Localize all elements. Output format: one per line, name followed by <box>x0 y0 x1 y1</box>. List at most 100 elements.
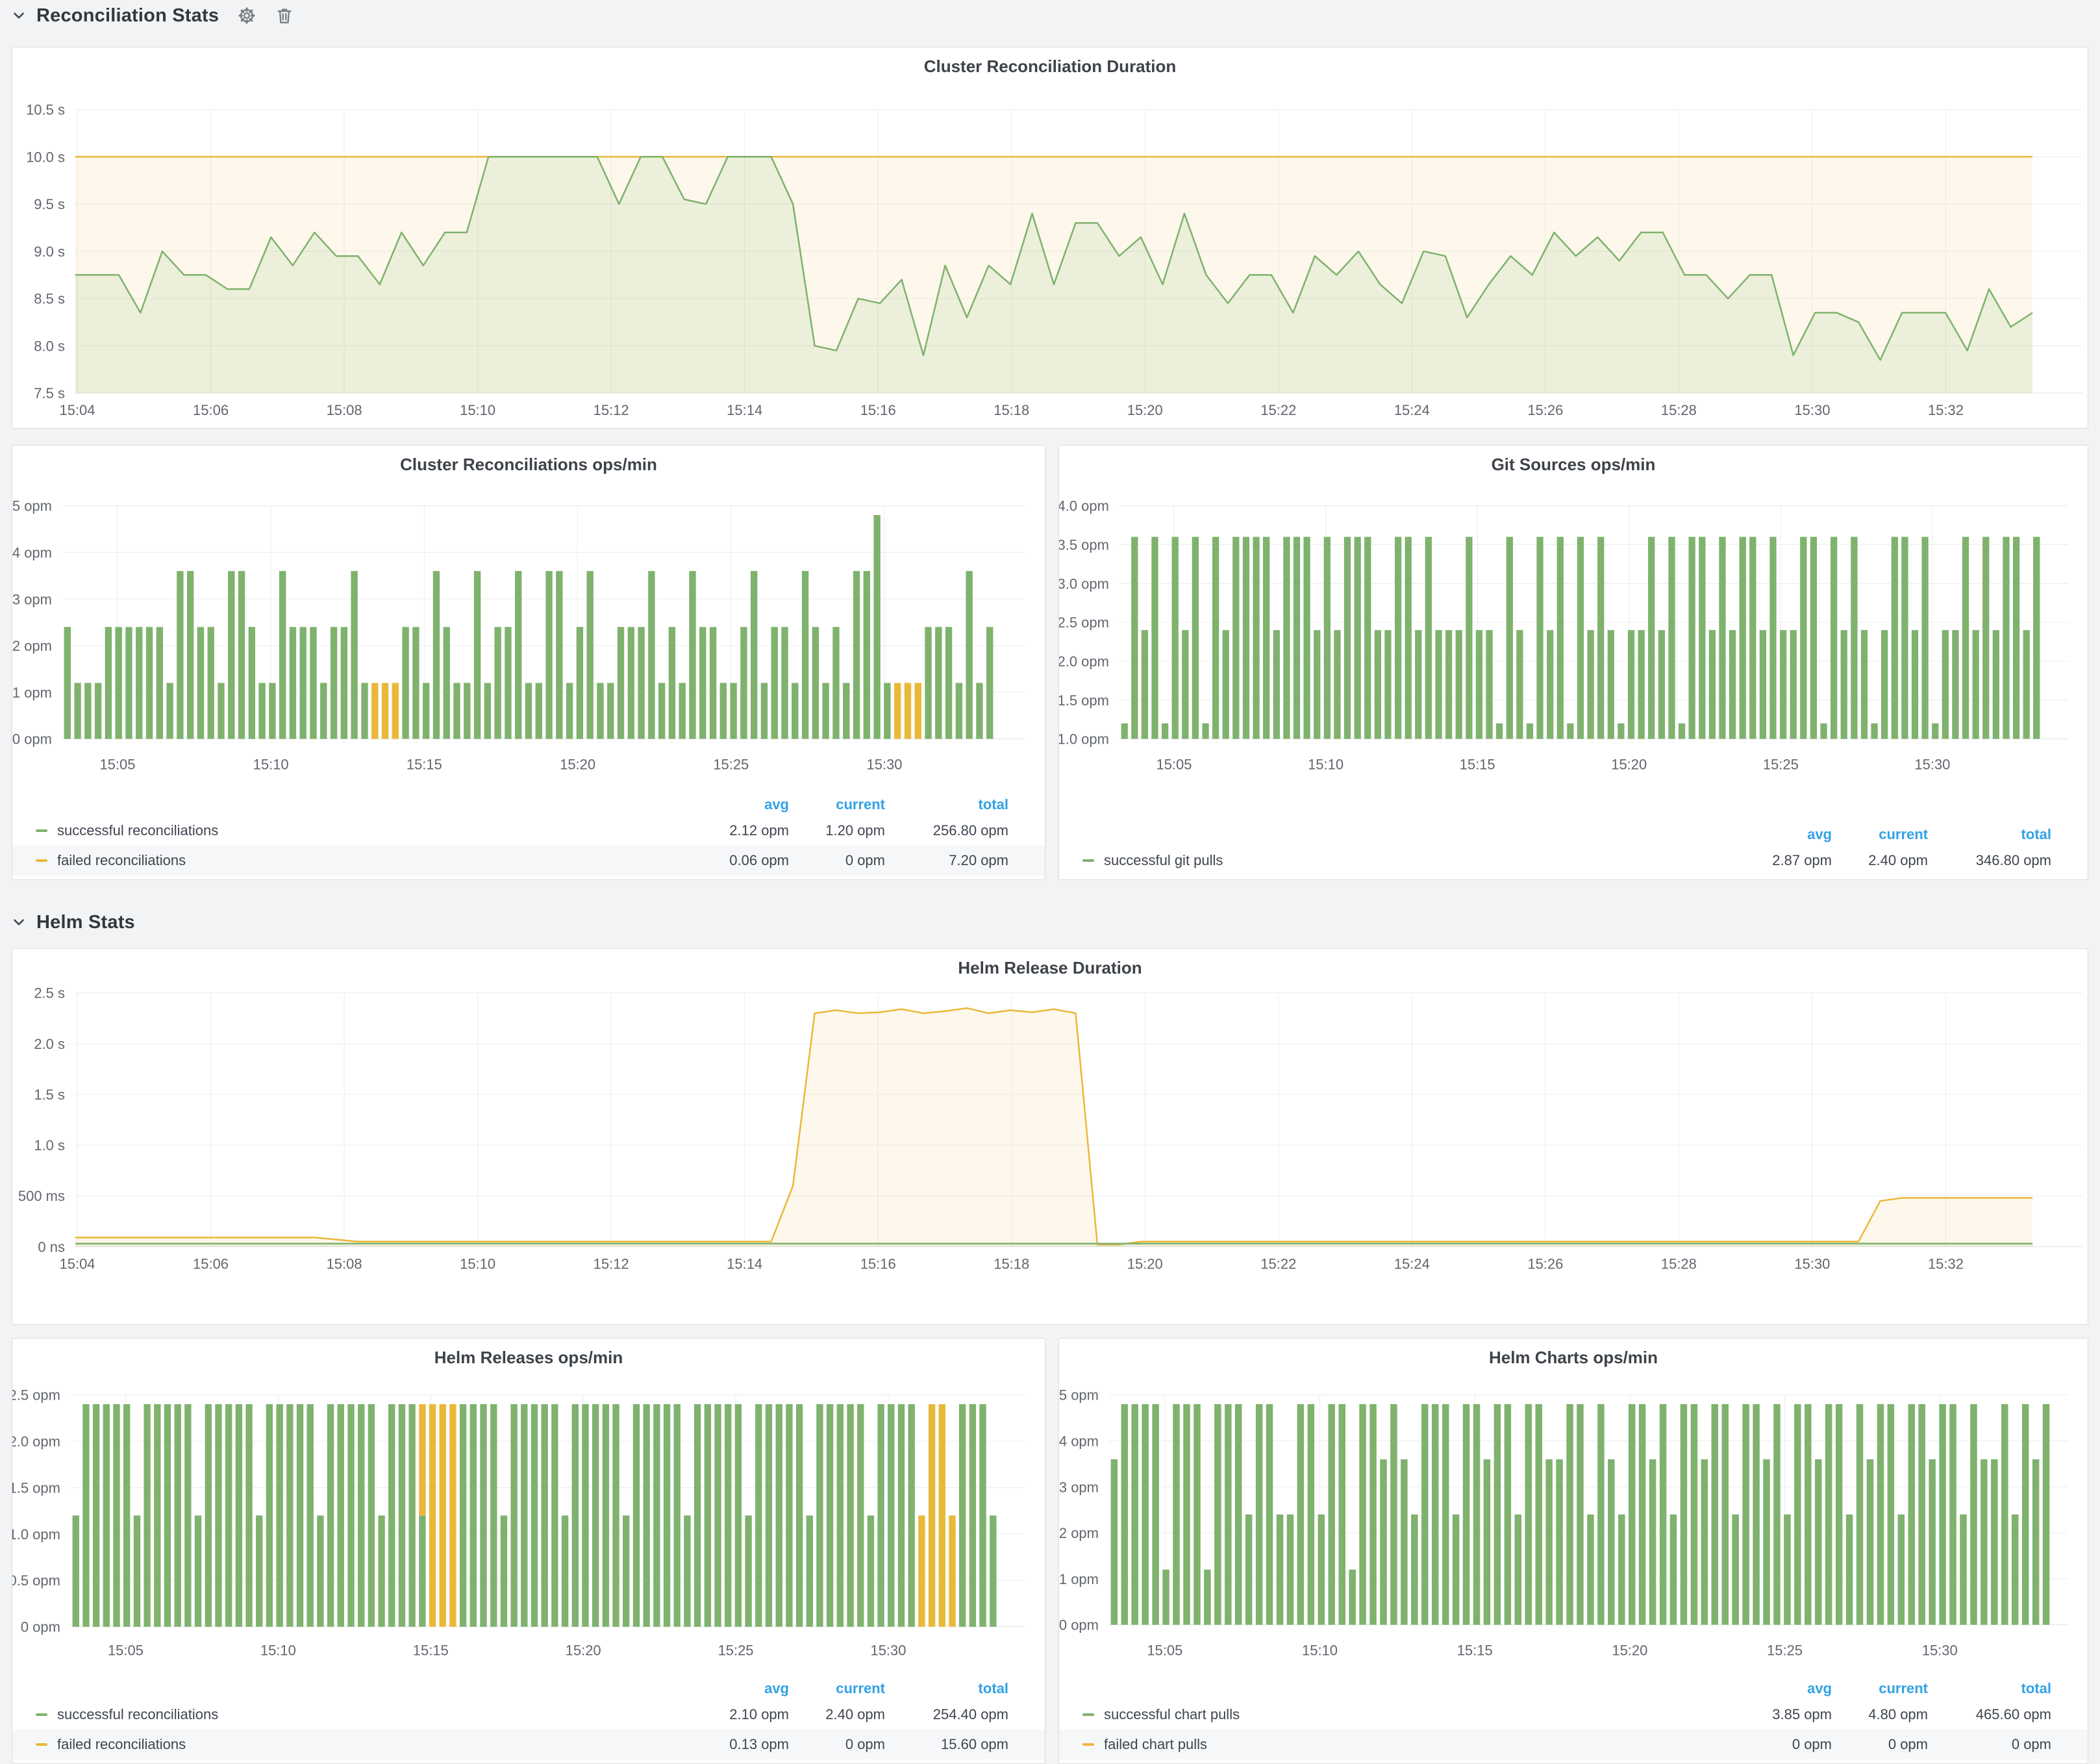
svg-text:10.5 s: 10.5 s <box>26 102 65 118</box>
svg-text:2.5 s: 2.5 s <box>34 985 65 1002</box>
svg-text:15:30: 15:30 <box>1794 1255 1830 1272</box>
panel-title[interactable]: Git Sources ops/min <box>1059 455 2088 475</box>
svg-text:15:20: 15:20 <box>1127 402 1163 418</box>
series-current: 0 opm <box>789 852 885 869</box>
svg-text:8.5 s: 8.5 s <box>34 291 65 307</box>
svg-text:15:24: 15:24 <box>1394 402 1430 418</box>
helm-release-duration-chart[interactable]: 15:0415:0615:0815:1015:1215:1415:1615:18… <box>12 949 2088 1324</box>
panel-title[interactable]: Helm Charts ops/min <box>1059 1348 2088 1368</box>
legend-col-current[interactable]: current <box>789 1680 885 1697</box>
panel-helm-release-duration: 15:0415:0615:0815:1015:1215:1415:1615:18… <box>12 948 2088 1325</box>
legend-col-current[interactable]: current <box>789 796 885 813</box>
legend-col-avg[interactable]: avg <box>685 1680 789 1697</box>
series-avg: 3.85 opm <box>1728 1706 1832 1723</box>
series-avg: 0.06 opm <box>685 852 789 869</box>
legend-col-avg[interactable]: avg <box>1728 1680 1832 1697</box>
series-label[interactable]: successful reconciliations <box>57 822 685 839</box>
svg-text:15:15: 15:15 <box>1457 1643 1493 1659</box>
svg-text:15:10: 15:10 <box>260 1643 296 1659</box>
legend-col-total[interactable]: total <box>1928 1680 2051 1697</box>
panel-cluster-reconciliation-duration: 15:0415:0615:0815:1015:1215:1415:1615:18… <box>12 47 2088 429</box>
series-label[interactable]: successful reconciliations <box>57 1706 685 1723</box>
legend-col-avg[interactable]: avg <box>685 796 789 813</box>
panel-title[interactable]: Cluster Reconciliations ops/min <box>12 455 1045 475</box>
git-sources-chart[interactable]: 15:0515:1015:1515:2015:2515:304.0 opm3.5… <box>1059 446 2088 879</box>
series-total: 15.60 opm <box>885 1736 1008 1753</box>
series-label[interactable]: successful chart pulls <box>1104 1706 1728 1723</box>
svg-text:15:20: 15:20 <box>1612 1643 1647 1659</box>
svg-text:15:05: 15:05 <box>1147 1643 1182 1659</box>
svg-text:2.0 opm: 2.0 opm <box>1059 653 1109 670</box>
legend-col-current[interactable]: current <box>1832 1680 1928 1697</box>
series-total: 465.60 opm <box>1928 1706 2051 1723</box>
legend-col-avg[interactable]: avg <box>1728 826 1832 843</box>
legend-col-total[interactable]: total <box>1928 826 2051 843</box>
gear-icon[interactable] <box>237 6 256 25</box>
svg-text:5 opm: 5 opm <box>12 498 52 514</box>
svg-text:1.0 opm: 1.0 opm <box>1059 731 1109 748</box>
legend-row: successful reconciliations 2.12 opm 1.20… <box>12 816 1045 846</box>
svg-text:15:30: 15:30 <box>870 1643 906 1659</box>
series-label[interactable]: failed chart pulls <box>1104 1736 1728 1753</box>
panel-helm-releases-opm: 15:0515:1015:1515:2015:2515:302.5 opm2.0… <box>12 1338 1045 1764</box>
svg-text:15:18: 15:18 <box>994 402 1029 418</box>
svg-text:2.5 opm: 2.5 opm <box>1059 614 1109 631</box>
svg-text:10.0 s: 10.0 s <box>26 149 65 165</box>
svg-text:3 opm: 3 opm <box>12 591 52 607</box>
series-label[interactable]: failed reconciliations <box>57 852 685 869</box>
legend-header: avg current total <box>1059 1678 2088 1700</box>
svg-text:0 opm: 0 opm <box>12 731 52 748</box>
series-label[interactable]: failed reconciliations <box>57 1736 685 1753</box>
svg-text:15:22: 15:22 <box>1260 1255 1296 1272</box>
legend-col-total[interactable]: total <box>885 1680 1008 1697</box>
svg-text:15:26: 15:26 <box>1527 402 1563 418</box>
legend-row: failed chart pulls 0 opm 0 opm 0 opm <box>1059 1730 2088 1759</box>
svg-text:15:20: 15:20 <box>566 1643 601 1659</box>
svg-text:15:14: 15:14 <box>727 402 762 418</box>
legend-row: failed reconciliations 0.13 opm 0 opm 15… <box>12 1730 1045 1759</box>
svg-text:15:05: 15:05 <box>108 1643 144 1659</box>
panel-helm-charts-opm: 15:0515:1015:1515:2015:2515:305 opm4 opm… <box>1058 1338 2088 1764</box>
svg-text:15:20: 15:20 <box>1127 1255 1163 1272</box>
series-total: 346.80 opm <box>1928 852 2051 869</box>
svg-text:15:04: 15:04 <box>60 402 95 418</box>
series-avg: 2.10 opm <box>685 1706 789 1723</box>
series-current: 2.40 opm <box>789 1706 885 1723</box>
legend: avg current total successful reconciliat… <box>12 1678 1045 1759</box>
chevron-down-icon <box>10 914 27 931</box>
trash-icon[interactable] <box>275 6 294 25</box>
svg-text:15:25: 15:25 <box>713 757 749 773</box>
series-current: 4.80 opm <box>1832 1706 1928 1723</box>
panel-title[interactable]: Helm Releases ops/min <box>12 1348 1045 1368</box>
section-title: Reconciliation Stats <box>36 5 219 27</box>
svg-text:3.5 opm: 3.5 opm <box>1059 537 1109 553</box>
series-total: 7.20 opm <box>885 852 1008 869</box>
cluster-reconciliation-duration-chart[interactable]: 15:0415:0615:0815:1015:1215:1415:1615:18… <box>12 47 2088 428</box>
section-header-helm-stats[interactable]: Helm Stats <box>10 908 135 937</box>
legend-col-current[interactable]: current <box>1832 826 1928 843</box>
svg-text:2.0 s: 2.0 s <box>34 1036 65 1052</box>
svg-text:1.0 opm: 1.0 opm <box>12 1526 60 1543</box>
svg-text:15:06: 15:06 <box>193 1255 229 1272</box>
series-color-dash-icon <box>1082 859 1094 862</box>
svg-text:15:12: 15:12 <box>594 1255 629 1272</box>
section-title: Helm Stats <box>36 912 135 933</box>
legend: avg current total successful git pulls 2… <box>1059 824 2088 876</box>
panel-title[interactable]: Cluster Reconciliation Duration <box>12 57 2088 77</box>
series-color-dash-icon <box>36 1713 47 1716</box>
svg-text:2.0 opm: 2.0 opm <box>12 1433 60 1450</box>
svg-text:15:30: 15:30 <box>1914 757 1950 773</box>
svg-text:15:25: 15:25 <box>1767 1643 1803 1659</box>
chevron-down-icon <box>10 7 27 24</box>
panel-title[interactable]: Helm Release Duration <box>12 958 2088 978</box>
svg-text:15:08: 15:08 <box>327 402 362 418</box>
svg-text:0 opm: 0 opm <box>1059 1617 1099 1633</box>
svg-text:15:08: 15:08 <box>327 1255 362 1272</box>
svg-text:15:05: 15:05 <box>1156 757 1192 773</box>
legend-col-total[interactable]: total <box>885 796 1008 813</box>
svg-text:9.0 s: 9.0 s <box>34 244 65 260</box>
series-label[interactable]: successful git pulls <box>1104 852 1728 869</box>
series-current: 0 opm <box>789 1736 885 1753</box>
section-header-reconciliation-stats[interactable]: Reconciliation Stats <box>10 1 294 30</box>
svg-text:15:25: 15:25 <box>1763 757 1799 773</box>
